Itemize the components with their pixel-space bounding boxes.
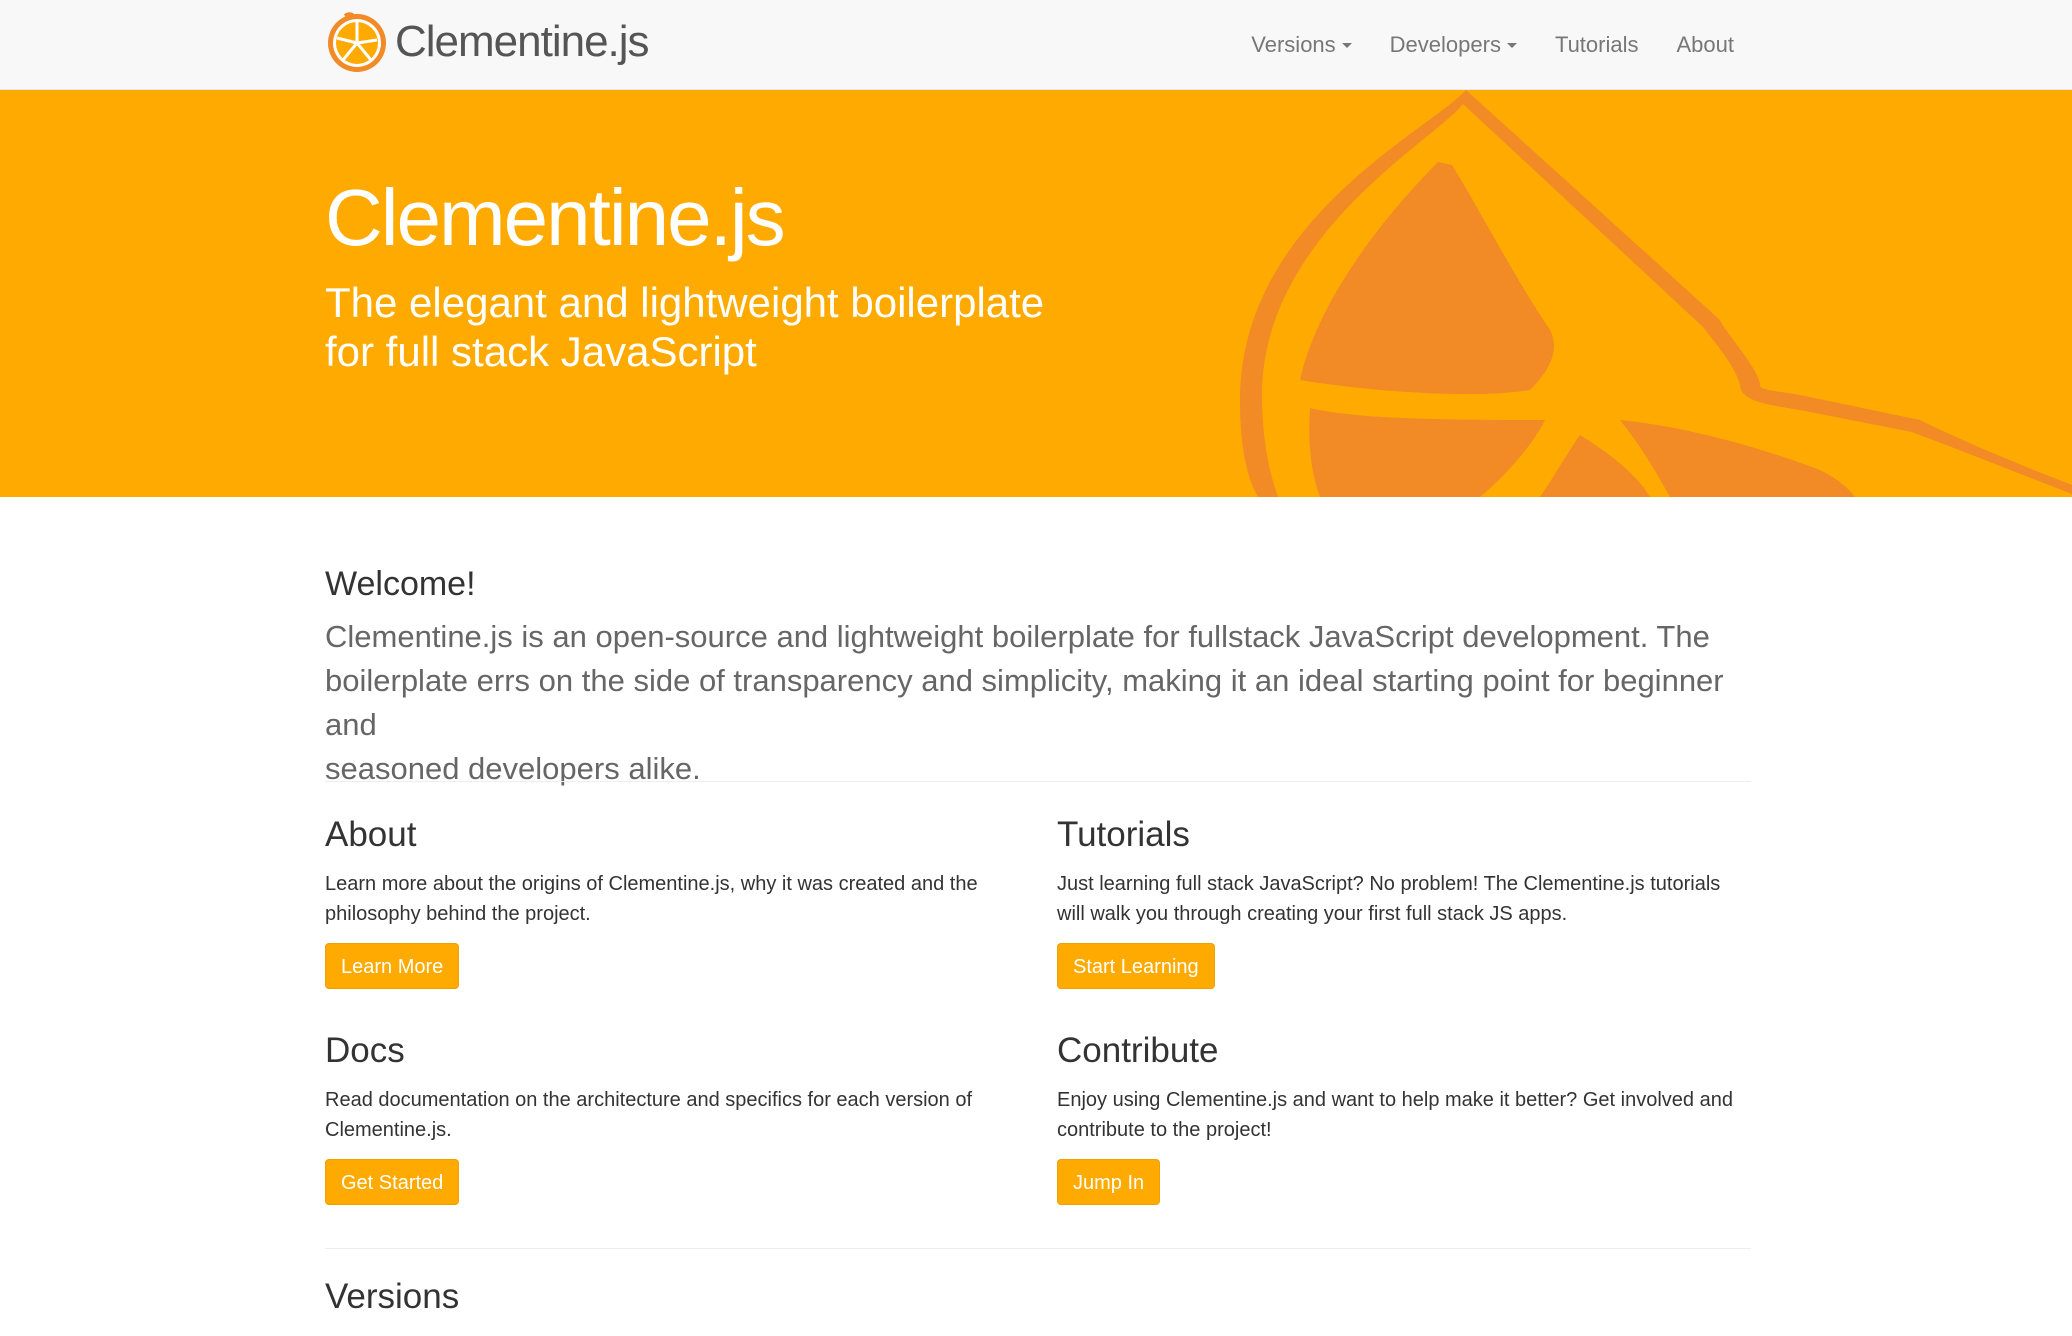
- main-nav: Versions Developers Tutorials About: [1213, 0, 1734, 90]
- hero-subtitle-line: The elegant and lightweight boilerplate: [325, 279, 1045, 326]
- about-card-title: About: [325, 815, 417, 854]
- hero-subtitle-line: for full stack JavaScript: [325, 328, 757, 375]
- hero-subtitle: The elegant and lightweight boilerplate …: [325, 278, 1085, 376]
- docs-card-title: Docs: [325, 1031, 405, 1070]
- get-started-button[interactable]: Get Started: [325, 1159, 460, 1205]
- nav-versions-label: Versions: [1251, 32, 1336, 57]
- jump-in-button[interactable]: Jump In: [1057, 1159, 1161, 1205]
- hero-banner: Clementine.js The elegant and lightweigh…: [0, 90, 2072, 497]
- nav-about-label: About: [1676, 32, 1735, 57]
- start-learning-button[interactable]: Start Learning: [1057, 943, 1215, 989]
- contribute-card: Contribute Enjoy using Clementine.js and…: [1057, 1031, 1747, 1205]
- hero-title: Clementine.js: [325, 173, 786, 262]
- welcome-heading: Welcome!: [325, 565, 476, 603]
- nav-developers-label: Developers: [1389, 32, 1501, 57]
- contribute-card-text-line: contribute to the project!: [1057, 1119, 1272, 1141]
- nav-developers[interactable]: Developers: [1390, 32, 1517, 58]
- nav-tutorials-label: Tutorials: [1554, 32, 1639, 57]
- learn-more-button[interactable]: Learn More: [325, 943, 460, 989]
- welcome-text-line: seasoned developers alike.: [325, 751, 701, 786]
- about-card-text: Learn more about the origins of Clementi…: [325, 869, 1015, 929]
- brand-name: Clementine.js: [395, 17, 650, 66]
- navbar: Clementine.js Versions Developers Tutori…: [0, 0, 2072, 90]
- tutorials-card-title: Tutorials: [1057, 815, 1190, 854]
- nav-tutorials[interactable]: Tutorials: [1555, 32, 1639, 58]
- nav-about[interactable]: About: [1677, 32, 1735, 58]
- docs-card-text: Read documentation on the architecture a…: [325, 1085, 1015, 1145]
- clementine-slice-graphic: [1240, 90, 2072, 497]
- welcome-text-line: boilerplate errs on the side of transpar…: [325, 663, 1724, 742]
- caret-down-icon: [1341, 42, 1352, 48]
- nav-versions[interactable]: Versions: [1251, 32, 1352, 58]
- docs-card-text-line: Read documentation on the architecture a…: [325, 1089, 973, 1111]
- docs-card-text-line: Clementine.js.: [325, 1119, 452, 1141]
- tutorials-card-text-line: will walk you through creating your firs…: [1057, 903, 1568, 925]
- about-card-text-line: philosophy behind the project.: [325, 903, 591, 925]
- tutorials-card: Tutorials Just learning full stack JavaS…: [1057, 815, 1747, 989]
- contribute-card-title: Contribute: [1057, 1031, 1219, 1070]
- caret-down-icon: [1506, 42, 1517, 48]
- contribute-card-text-line: Enjoy using Clementine.js and want to he…: [1057, 1089, 1733, 1111]
- contribute-card-text: Enjoy using Clementine.js and want to he…: [1057, 1085, 1747, 1145]
- tutorials-card-text: Just learning full stack JavaScript? No …: [1057, 869, 1747, 929]
- tutorials-card-text-line: Just learning full stack JavaScript? No …: [1057, 873, 1721, 895]
- brand-link[interactable]: Clementine.js: [325, 10, 650, 74]
- docs-card: Docs Read documentation on the architect…: [325, 1031, 1015, 1205]
- about-card-text-line: Learn more about the origins of Clementi…: [325, 873, 978, 895]
- about-card: About Learn more about the origins of Cl…: [325, 815, 1015, 989]
- divider: [325, 1248, 1751, 1249]
- welcome-text: Clementine.js is an open-source and ligh…: [325, 615, 1751, 791]
- divider: [325, 781, 1751, 782]
- welcome-text-line: Clementine.js is an open-source and ligh…: [325, 619, 1710, 654]
- clementine-logo-icon: [328, 12, 386, 72]
- versions-heading: Versions: [325, 1277, 460, 1316]
